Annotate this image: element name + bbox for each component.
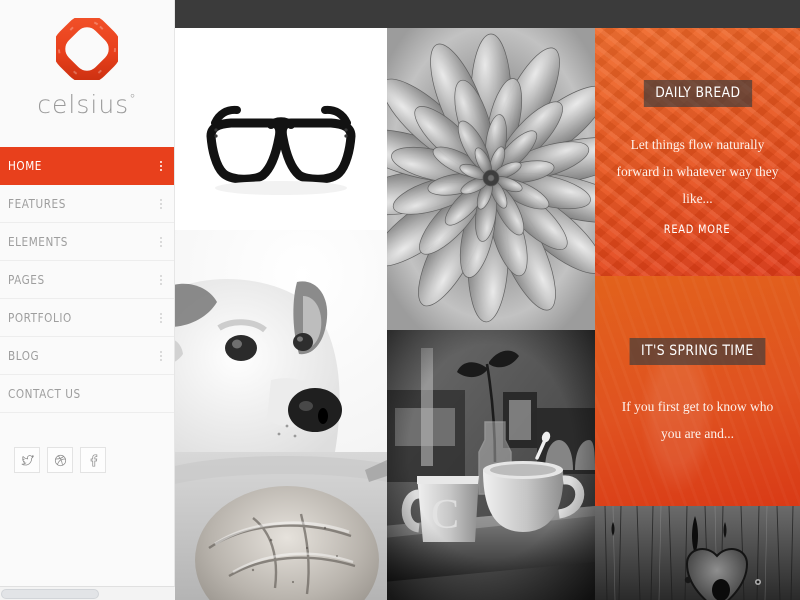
panel-body-text: Let things flow naturally forward in wha… [616,137,779,206]
brand-wordmark: celsius° [0,92,174,117]
submenu-dots-icon [160,274,162,285]
sidebar-item-features[interactable]: FEATURES [0,185,174,223]
bread-photo [175,452,387,600]
submenu-dots-icon [160,198,162,209]
submenu-dots-icon [160,236,162,247]
sidebar-item-label: HOME [8,158,42,173]
sidebar: celsius° HOME FEATURES ELEMENTS PAGES PO… [0,0,175,600]
sidebar-item-label: CONTACT US [8,386,81,401]
tile-glasses[interactable] [175,28,387,230]
sidebar-item-elements[interactable]: ELEMENTS [0,223,174,261]
submenu-dots-icon [160,350,162,361]
sidebar-item-label: ELEMENTS [8,234,68,249]
scrollbar-thumb[interactable] [1,589,99,599]
wood-heart-photo [595,506,800,600]
sidebar-item-pages[interactable]: PAGES [0,261,174,299]
sidebar-item-label: BLOG [8,348,40,363]
tile-flower[interactable] [387,28,595,330]
panel-daily-bread[interactable]: DAILY BREAD Let things flow naturally fo… [595,28,800,276]
twitter-icon[interactable] [14,447,40,473]
sidebar-item-label: PAGES [8,272,45,287]
grid-column-3: DAILY BREAD Let things flow naturally fo… [595,0,800,600]
brand-wordmark-text: celsius [37,90,130,119]
submenu-dots-icon [160,312,162,323]
tile-bread[interactable] [175,452,387,600]
tile-dog[interactable] [175,230,387,452]
sidebar-nav: HOME FEATURES ELEMENTS PAGES PORTFOLIO B [0,147,174,413]
coffee-photo: C [387,330,595,600]
sidebar-item-label: FEATURES [8,196,66,211]
masonry-grid: C DAILY BREAD [175,0,800,600]
dribbble-icon[interactable] [47,447,73,473]
dog-photo [175,230,387,452]
panel-spring-time[interactable]: IT'S SPRING TIME If you first get to kno… [595,276,800,506]
panel-title: IT'S SPRING TIME [629,338,766,365]
tile-wood[interactable] [595,506,800,600]
brand-block[interactable]: celsius° [0,0,174,117]
top-header-bar [175,0,800,28]
horizontal-scrollbar[interactable] [0,586,175,600]
social-links [0,447,174,473]
app-window: celsius° HOME FEATURES ELEMENTS PAGES PO… [0,0,800,600]
flower-photo [387,28,595,330]
facebook-icon[interactable] [80,447,106,473]
sidebar-item-blog[interactable]: BLOG [0,337,174,375]
glasses-photo [175,28,387,230]
brand-degree-symbol: ° [129,92,137,108]
ring-logo-icon [56,18,118,80]
grid-column-1 [175,0,387,600]
sidebar-item-home[interactable]: HOME [0,147,174,185]
sidebar-item-portfolio[interactable]: PORTFOLIO [0,299,174,337]
sidebar-item-contact-us[interactable]: CONTACT US [0,375,174,413]
tile-coffee[interactable]: C [387,330,595,600]
submenu-dots-icon [160,160,162,171]
panel-body-text: If you first get to know who you are and… [621,399,774,441]
sidebar-item-label: PORTFOLIO [8,310,72,325]
panel-title: DAILY BREAD [643,80,752,107]
grid-column-2: C [387,0,595,600]
read-more-link[interactable]: READ MORE [664,222,731,236]
